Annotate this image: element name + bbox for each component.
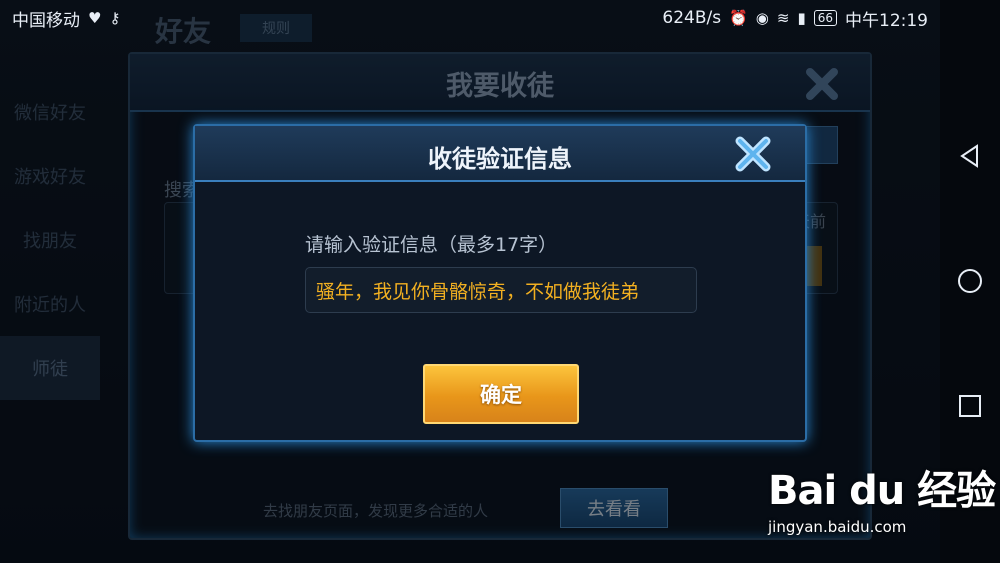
- back-button[interactable]: [940, 126, 1000, 186]
- key-icon: ⚷: [109, 9, 121, 27]
- verification-dialog: 收徒验证信息 请输入验证信息（最多17字） 骚年，我见你骨骼惊奇，不如做我徒弟 …: [193, 124, 807, 442]
- signal-icon: ▮: [797, 9, 806, 27]
- battery-indicator: 66: [813, 10, 837, 26]
- dialog-title: 收徒验证信息: [428, 145, 572, 173]
- network-speed: 624B/s: [662, 8, 722, 28]
- watermark-logo: Bai du 经验: [768, 468, 996, 514]
- recent-apps-button[interactable]: [940, 376, 1000, 436]
- verification-message-input[interactable]: 骚年，我见你骨骼惊奇，不如做我徒弟: [305, 267, 697, 313]
- watermark-url: jingyan.baidu.com: [768, 518, 907, 536]
- home-button[interactable]: [940, 251, 1000, 311]
- baidu-jingyan-watermark: Bai du 经验 jingyan.baidu.com: [768, 458, 996, 536]
- wifi-icon: ≋: [776, 9, 790, 27]
- status-bar: 中国移动 ♥ ⚷ 624B/s ⏰ ◉ ≋ ▮ 66 中午12:19: [0, 0, 1000, 36]
- verification-prompt: 请输入验证信息（最多17字）: [305, 234, 558, 256]
- clock: 中午12:19: [845, 10, 928, 31]
- home-circle-icon: [958, 269, 982, 293]
- confirm-button[interactable]: 确定: [423, 364, 579, 424]
- back-triangle-icon: [960, 144, 978, 168]
- recent-square-icon: [959, 395, 981, 417]
- carrier-name: 中国移动: [12, 10, 80, 31]
- eye-icon: ◉: [755, 9, 769, 27]
- close-icon[interactable]: [731, 132, 775, 176]
- alarm-icon: ⏰: [729, 9, 748, 27]
- heart-icon: ♥: [88, 9, 102, 27]
